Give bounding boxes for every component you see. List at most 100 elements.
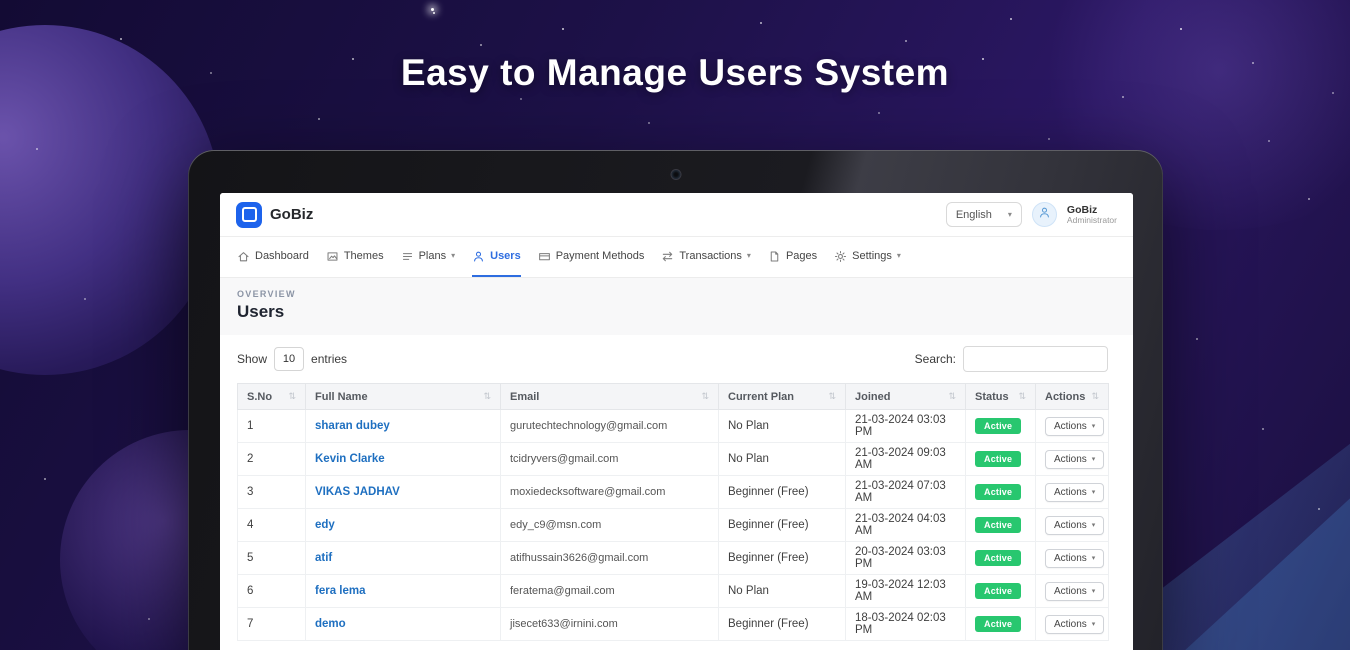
nav-item-themes[interactable]: Themes xyxy=(326,237,384,277)
nav-label: Plans xyxy=(419,250,447,262)
cell-joined: 19-03-2024 12:03 AM xyxy=(846,575,966,608)
nav-item-payment-methods[interactable]: Payment Methods xyxy=(538,237,645,277)
users-table: S.No ⇅ Full Name ⇅ Email ⇅ Current Plan … xyxy=(237,383,1109,641)
column-header-label: S.No xyxy=(247,391,272,403)
row-actions-label: Actions xyxy=(1054,520,1087,531)
chevron-down-icon: ▾ xyxy=(1092,555,1096,562)
cell-sno: 1 xyxy=(238,410,306,443)
nav-item-users[interactable]: Users xyxy=(472,237,521,277)
sort-icon: ⇅ xyxy=(828,391,836,402)
language-select-value: English xyxy=(956,209,992,221)
row-actions-label: Actions xyxy=(1054,487,1087,498)
sort-icon: ⇅ xyxy=(1091,391,1099,402)
profile-info[interactable]: GoBiz Administrator xyxy=(1067,204,1117,226)
row-actions-button[interactable]: Actions ▾ xyxy=(1045,582,1104,601)
column-header-s-no[interactable]: S.No ⇅ xyxy=(238,384,306,410)
row-actions-label: Actions xyxy=(1054,454,1087,465)
cell-joined: 21-03-2024 09:03 AM xyxy=(846,443,966,476)
nav-item-plans[interactable]: Plans ▾ xyxy=(401,237,456,277)
column-header-label: Full Name xyxy=(315,391,368,403)
sort-icon: ⇅ xyxy=(701,391,709,402)
row-actions-label: Actions xyxy=(1054,586,1087,597)
chevron-down-icon: ▾ xyxy=(1092,621,1096,628)
user-name-link[interactable]: Kevin Clarke xyxy=(315,453,385,465)
user-name-link[interactable]: fera lema xyxy=(315,585,366,597)
row-actions-button[interactable]: Actions ▾ xyxy=(1045,516,1104,535)
column-header-joined[interactable]: Joined ⇅ xyxy=(846,384,966,410)
cell-joined: 18-03-2024 02:03 PM xyxy=(846,608,966,641)
chevron-down-icon: ▾ xyxy=(1092,522,1096,529)
chevron-down-icon: ▾ xyxy=(747,252,751,260)
search-label: Search: xyxy=(915,352,956,366)
nav-item-transactions[interactable]: Transactions ▾ xyxy=(661,237,751,277)
table-row: 5 atif atifhussain3626@gmail.com Beginne… xyxy=(238,542,1109,575)
column-header-actions[interactable]: Actions ⇅ xyxy=(1036,384,1109,410)
cell-current-plan: No Plan xyxy=(719,410,846,443)
cell-joined: 21-03-2024 07:03 AM xyxy=(846,476,966,509)
column-header-current-plan[interactable]: Current Plan ⇅ xyxy=(719,384,846,410)
plans-icon xyxy=(401,250,414,263)
user-name-link[interactable]: VIKAS JADHAV xyxy=(315,486,400,498)
payment-icon xyxy=(538,250,551,263)
cell-current-plan: Beginner (Free) xyxy=(719,476,846,509)
column-header-status[interactable]: Status ⇅ xyxy=(966,384,1036,410)
column-header-label: Email xyxy=(510,391,539,403)
search-input[interactable] xyxy=(963,346,1108,372)
chevron-down-icon: ▾ xyxy=(1092,423,1096,430)
sort-icon: ⇅ xyxy=(1018,391,1026,402)
users-table-wrap: S.No ⇅ Full Name ⇅ Email ⇅ Current Plan … xyxy=(237,383,1108,641)
users-icon xyxy=(472,250,485,263)
profile-name: GoBiz xyxy=(1067,204,1117,216)
status-badge: Active xyxy=(975,418,1021,434)
nav-label: Payment Methods xyxy=(556,250,645,262)
column-header-label: Current Plan xyxy=(728,391,794,403)
nav-item-dashboard[interactable]: Dashboard xyxy=(237,237,309,277)
user-name-link[interactable]: sharan dubey xyxy=(315,420,390,432)
nav-item-pages[interactable]: Pages xyxy=(768,237,817,277)
nav-label: Themes xyxy=(344,250,384,262)
chevron-down-icon: ▾ xyxy=(451,252,455,260)
column-header-label: Actions xyxy=(1045,391,1085,403)
cell-email: tcidryvers@gmail.com xyxy=(501,443,719,476)
nav-item-settings[interactable]: Settings ▾ xyxy=(834,237,901,277)
row-actions-button[interactable]: Actions ▾ xyxy=(1045,549,1104,568)
language-select[interactable]: English ▾ xyxy=(946,202,1022,227)
row-actions-label: Actions xyxy=(1054,619,1087,630)
column-header-email[interactable]: Email ⇅ xyxy=(501,384,719,410)
user-name-link[interactable]: atif xyxy=(315,552,332,564)
cell-email: jisecet633@irnini.com xyxy=(501,608,719,641)
column-header-full-name[interactable]: Full Name ⇅ xyxy=(306,384,501,410)
app-header: GoBiz English ▾ GoBiz Administrator xyxy=(220,193,1133,237)
cell-current-plan: Beginner (Free) xyxy=(719,608,846,641)
row-actions-button[interactable]: Actions ▾ xyxy=(1045,450,1104,469)
status-badge: Active xyxy=(975,550,1021,566)
row-actions-button[interactable]: Actions ▾ xyxy=(1045,615,1104,634)
row-actions-button[interactable]: Actions ▾ xyxy=(1045,417,1104,436)
entries-select[interactable]: 10 xyxy=(274,347,304,371)
nav-label: Users xyxy=(490,250,521,262)
hero-scene: Easy to Manage Users System GoBiz Englis… xyxy=(0,0,1350,650)
status-badge: Active xyxy=(975,583,1021,599)
avatar-person-icon xyxy=(1038,206,1051,224)
table-row: 2 Kevin Clarke tcidryvers@gmail.com No P… xyxy=(238,443,1109,476)
user-name-link[interactable]: edy xyxy=(315,519,335,531)
hero-title: Easy to Manage Users System xyxy=(0,52,1350,94)
pages-icon xyxy=(768,250,781,263)
tablet-frame: GoBiz English ▾ GoBiz Administrator xyxy=(188,150,1163,650)
main-nav: Dashboard Themes Plans ▾ Users Payment M… xyxy=(220,237,1133,278)
gobiz-logo-icon xyxy=(236,202,262,228)
nav-label: Pages xyxy=(786,250,817,262)
table-header-row: S.No ⇅ Full Name ⇅ Email ⇅ Current Plan … xyxy=(238,384,1109,410)
chevron-down-icon: ▾ xyxy=(897,252,901,260)
profile-role: Administrator xyxy=(1067,216,1117,226)
user-name-link[interactable]: demo xyxy=(315,618,346,630)
chevron-down-icon: ▾ xyxy=(1092,489,1096,496)
show-label: Show xyxy=(237,352,267,366)
dashboard-icon xyxy=(237,250,250,263)
cell-current-plan: No Plan xyxy=(719,575,846,608)
row-actions-button[interactable]: Actions ▾ xyxy=(1045,483,1104,502)
chevron-down-icon: ▾ xyxy=(1008,211,1012,219)
cell-sno: 7 xyxy=(238,608,306,641)
avatar[interactable] xyxy=(1032,202,1057,227)
table-row: 4 edy edy_c9@msn.com Beginner (Free) 21-… xyxy=(238,509,1109,542)
